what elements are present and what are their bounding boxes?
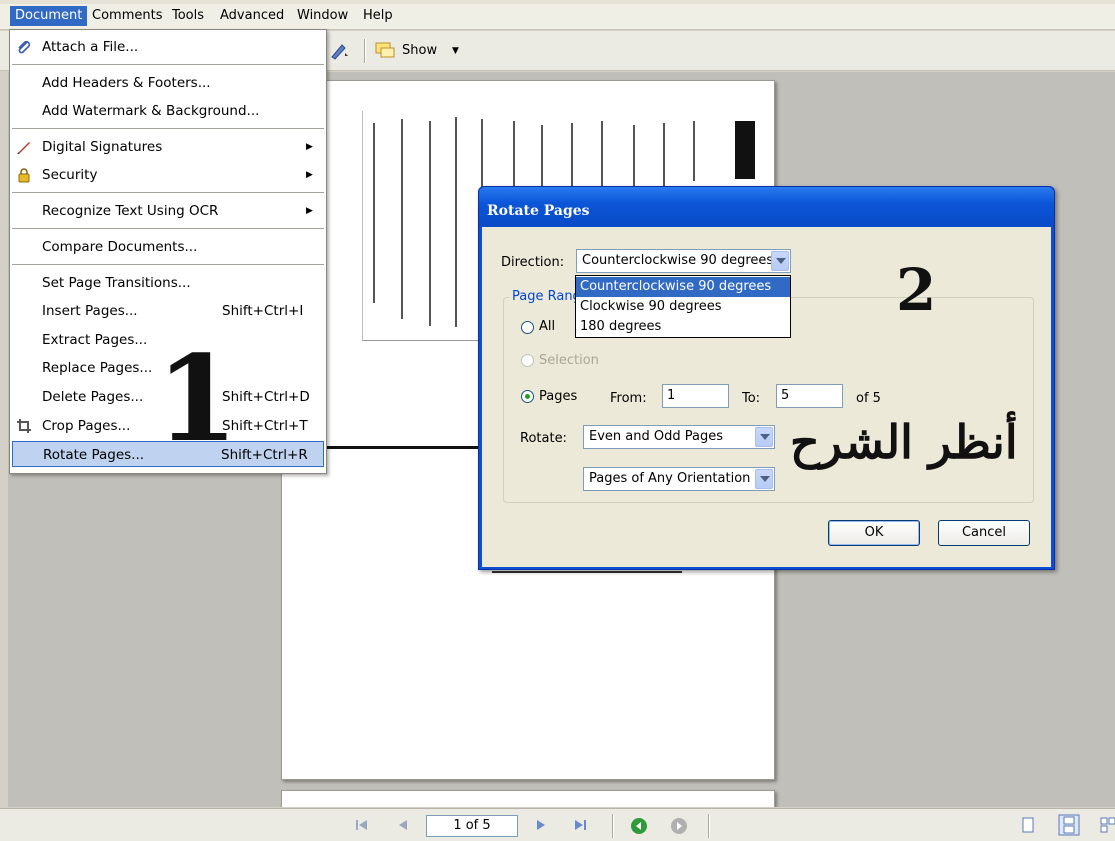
direction-option[interactable]: Counterclockwise 90 degrees [576,277,790,297]
paperclip-icon [18,40,31,54]
show-label: Show [402,43,438,58]
menu-label: Security [42,167,98,183]
ok-button[interactable]: OK [828,520,920,546]
explanation-annotation: أنظر الشرح [790,415,1018,469]
menu-security[interactable]: Security ▶ [10,162,326,188]
direction-option[interactable]: 180 degrees [576,317,790,337]
continuous-view-icon[interactable] [1058,814,1080,836]
from-label: From: [610,391,647,406]
menu-document[interactable]: Document [10,6,88,26]
chevron-down-icon: ▼ [452,46,459,56]
direction-dropdown-list: Counterclockwise 90 degrees Clockwise 90… [575,275,791,338]
menu-label: Rotate Pages... [43,447,145,463]
direction-label: Direction: [501,255,565,270]
crop-icon [17,419,31,433]
first-page-icon[interactable] [354,817,370,833]
direction-select[interactable]: Counterclockwise 90 degrees [576,249,791,273]
cancel-button[interactable]: Cancel [938,520,1030,546]
pdf-page-next [281,790,775,807]
step-number-annotation: 2 [896,256,937,324]
menu-label: Digital Signatures [42,139,163,155]
even-odd-select[interactable]: Even and Odd Pages [583,425,775,449]
menu-digital-signatures[interactable]: Digital Signatures ▶ [10,134,326,160]
menu-label: Add Headers & Footers... [42,75,211,91]
direction-selected-value: Counterclockwise 90 degrees [582,253,774,268]
menu-shortcut: Shift+Ctrl+I [222,303,304,319]
menu-comments[interactable]: Comments [87,6,167,26]
step-number-annotation: 1 [156,329,239,468]
menu-label: Set Page Transitions... [42,275,191,291]
menu-recognize-text-ocr[interactable]: Recognize Text Using OCR ▶ [10,198,326,224]
single-page-view-icon[interactable] [1020,817,1036,833]
page-count-label: of 5 [856,391,881,406]
selection-radio[interactable] [521,354,534,367]
menu-help[interactable]: Help [358,6,398,26]
menu-label: Add Watermark & Background... [42,103,260,119]
rotate-pages-dialog: Rotate Pages Direction: Counterclockwise… [478,186,1055,570]
all-label: All [539,319,556,334]
from-input[interactable]: 1 [662,384,729,408]
menu-label: Compare Documents... [42,239,198,255]
all-radio[interactable] [521,321,534,334]
sign-tool-button[interactable] [328,39,358,63]
menu-label: Recognize Text Using OCR [42,203,219,219]
status-bar: 1 of 5 [0,808,1115,841]
orientation-select[interactable]: Pages of Any Orientation [583,467,775,491]
chevron-down-icon[interactable] [771,251,789,271]
signature-pen-icon [17,142,30,154]
pen-icon [331,44,348,60]
menu-add-headers-footers[interactable]: Add Headers & Footers... [10,70,326,96]
menu-tools[interactable]: Tools [167,6,209,26]
menu-compare-documents[interactable]: Compare Documents... [10,234,326,260]
comment-icon [375,42,395,58]
to-input[interactable]: 5 [776,384,843,408]
menu-label: Crop Pages... [42,418,131,434]
menu-label: Replace Pages... [42,360,153,376]
menu-attach-file[interactable]: Attach a File... [10,34,326,60]
menu-advanced[interactable]: Advanced [215,6,289,26]
go-forward-icon[interactable] [670,817,688,835]
lock-icon [18,168,30,183]
menu-label: Attach a File... [42,39,139,55]
dialog-title-bar[interactable]: Rotate Pages [479,187,1054,227]
dialog-title: Rotate Pages [487,203,590,219]
rotate-label: Rotate: [520,431,567,446]
submenu-arrow-icon: ▶ [306,142,313,152]
even-odd-selected-value: Even and Odd Pages [589,429,723,444]
pages-radio[interactable] [521,390,534,403]
menu-label: Extract Pages... [42,332,148,348]
facing-view-icon[interactable] [1100,817,1115,833]
next-page-icon[interactable] [533,817,549,833]
menu-window[interactable]: Window [292,6,353,26]
go-back-icon[interactable] [630,817,648,835]
menu-add-watermark[interactable]: Add Watermark & Background... [10,98,326,124]
menu-label: Insert Pages... [42,303,138,319]
submenu-arrow-icon: ▶ [306,170,313,180]
selection-label: Selection [539,353,599,368]
submenu-arrow-icon: ▶ [306,206,313,216]
menu-set-page-transitions[interactable]: Set Page Transitions... [10,270,326,296]
pages-label: Pages [539,389,578,404]
direction-option[interactable]: Clockwise 90 degrees [576,297,790,317]
previous-page-icon[interactable] [395,817,411,833]
chevron-down-icon[interactable] [755,427,773,447]
menu-label: Delete Pages... [42,389,144,405]
menu-insert-pages[interactable]: Insert Pages... Shift+Ctrl+I [10,298,326,324]
page-number-input[interactable]: 1 of 5 [426,815,518,837]
menubar: Document Comments Tools Advanced Window … [0,0,1115,30]
show-button[interactable]: Show ▼ [374,39,466,63]
last-page-icon[interactable] [572,817,588,833]
chevron-down-icon[interactable] [755,469,773,489]
orientation-selected-value: Pages of Any Orientation [589,471,751,486]
to-label: To: [742,391,761,406]
